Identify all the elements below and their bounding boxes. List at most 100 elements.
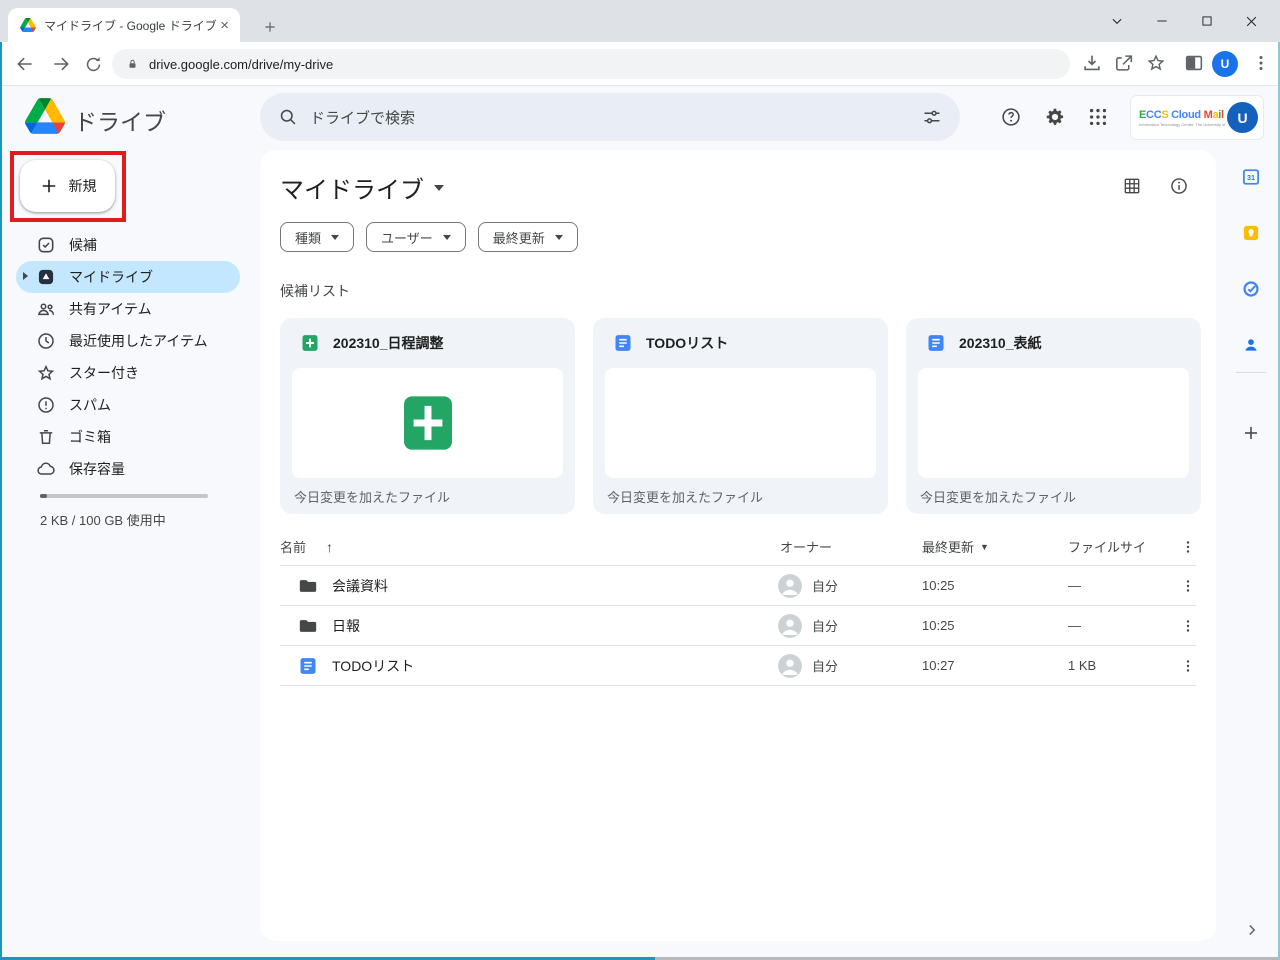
column-header-name[interactable]: 名前: [280, 528, 306, 565]
file-table-header: 名前 ↑ オーナー 最終更新▼ ファイルサイ: [280, 528, 1196, 566]
grid-view-icon[interactable]: [1122, 176, 1144, 198]
suggestion-card[interactable]: TODOリスト 今日変更を加えたファイル: [593, 318, 888, 514]
check-square-icon: [36, 235, 56, 255]
file-name[interactable]: 日報: [332, 606, 360, 645]
sidebar-item-recent[interactable]: 最近使用したアイテム: [16, 325, 240, 357]
sidebar-item-starred[interactable]: スター付き: [16, 357, 240, 389]
keep-icon[interactable]: [1242, 224, 1260, 242]
tab-close-icon[interactable]: ×: [217, 18, 232, 33]
drive-logo: [25, 98, 65, 134]
sidebar-item-label: 最近使用したアイテム: [69, 331, 208, 351]
modified-time: 10:27: [922, 646, 955, 685]
maximize-button[interactable]: [1184, 5, 1229, 37]
folder-icon: [298, 606, 318, 645]
table-row[interactable]: TODOリスト 自分 10:27 1 KB: [280, 646, 1196, 686]
sheets-logo-large: [396, 390, 460, 456]
caret-down-icon: [331, 235, 339, 240]
sidebar-item-storage[interactable]: 保存容量: [16, 453, 240, 485]
storage-usage-text: 2 KB / 100 GB 使用中: [40, 510, 166, 529]
url-text: drive.google.com/drive/my-drive: [149, 57, 333, 72]
sidebar-item-shared[interactable]: 共有アイテム: [16, 293, 240, 325]
storage-progress-bar: [40, 494, 208, 498]
contacts-icon[interactable]: [1242, 336, 1260, 354]
sidebar-item-label: 保存容量: [69, 459, 125, 479]
column-header-size[interactable]: ファイルサイ: [1068, 528, 1146, 565]
row-options-kebab-icon[interactable]: [1176, 566, 1200, 605]
main-content-panel: マイドライブ 種類 ユーザー 最終更新 候補リスト 202310_日程調整 今日…: [260, 150, 1216, 941]
browser-profile-avatar[interactable]: U: [1212, 51, 1238, 77]
browser-tab[interactable]: マイドライブ - Google ドライブ ×: [8, 8, 240, 42]
apps-grid-icon[interactable]: [1086, 105, 1110, 129]
clock-icon: [36, 331, 56, 351]
column-header-modified[interactable]: 最終更新▼: [922, 528, 989, 565]
sidebar-item-my-drive[interactable]: マイドライブ: [16, 261, 240, 293]
tab-title: マイドライブ - Google ドライブ: [44, 17, 217, 34]
calendar-icon[interactable]: 31: [1242, 168, 1260, 186]
drive-favicon-icon: [20, 18, 36, 32]
minimize-button[interactable]: [1139, 5, 1184, 37]
settings-gear-icon[interactable]: [1043, 105, 1067, 129]
sidebar-item-trash[interactable]: ゴミ箱: [16, 421, 240, 453]
filter-chips: 種類 ユーザー 最終更新: [280, 222, 578, 252]
badge-logo-text: ECCS Cloud Mail: [1139, 109, 1225, 121]
add-addon-plus-icon[interactable]: [1242, 424, 1260, 442]
docs-file-icon: [613, 333, 633, 353]
file-name[interactable]: 会議資料: [332, 566, 388, 605]
info-icon[interactable]: [1169, 176, 1191, 198]
caret-down-icon: [443, 235, 451, 240]
expander-triangle-icon[interactable]: [23, 272, 28, 280]
side-strip-divider: [1236, 372, 1266, 373]
row-options-kebab-icon[interactable]: [1176, 646, 1200, 685]
help-icon[interactable]: [999, 105, 1023, 129]
suggestion-card[interactable]: 202310_表紙 今日変更を加えたファイル: [906, 318, 1201, 514]
search-input[interactable]: ドライブで検索: [260, 93, 960, 141]
tasks-icon[interactable]: [1242, 280, 1260, 298]
bookmark-star-icon[interactable]: [1145, 52, 1167, 74]
sidebar-nav: 候補 マイドライブ 共有アイテム 最近使用したアイテム スター付き スパム ゴミ…: [0, 229, 256, 485]
lock-icon: [126, 57, 139, 71]
docs-file-icon: [298, 646, 318, 685]
suggestion-cards: 202310_日程調整 今日変更を加えたファイル TODOリスト 今日変更を加え…: [280, 318, 1201, 514]
side-panel-icon[interactable]: [1183, 52, 1205, 74]
column-header-owner[interactable]: オーナー: [780, 528, 832, 565]
card-file-name: 202310_日程調整: [333, 333, 444, 353]
table-row[interactable]: 日報 自分 10:25 —: [280, 606, 1196, 646]
file-size: —: [1068, 566, 1081, 605]
table-options-kebab-icon[interactable]: [1176, 528, 1200, 565]
sidebar-item-suggested[interactable]: 候補: [16, 229, 240, 261]
download-icon[interactable]: [1081, 52, 1103, 74]
row-options-kebab-icon[interactable]: [1176, 606, 1200, 645]
account-badge[interactable]: ECCS Cloud Mail Information Technology C…: [1131, 96, 1263, 139]
share-icon[interactable]: [1113, 52, 1135, 74]
tab-search-chevron-icon[interactable]: [1094, 5, 1139, 37]
window-titlebar: マイドライブ - Google ドライブ ×: [0, 0, 1280, 42]
card-caption: 今日変更を加えたファイル: [280, 478, 575, 514]
folder-icon: [298, 566, 318, 605]
filter-chip-people[interactable]: ユーザー: [366, 222, 466, 252]
forward-button[interactable]: [48, 51, 74, 77]
sidebar-item-label: スター付き: [69, 363, 139, 383]
new-tab-button[interactable]: [256, 13, 284, 41]
page-title[interactable]: マイドライブ: [280, 170, 444, 205]
app-name: ドライブ: [74, 103, 166, 137]
sidebar-item-spam[interactable]: スパム: [16, 389, 240, 421]
new-button[interactable]: 新規: [20, 160, 115, 212]
search-options-tune-icon[interactable]: [922, 107, 942, 127]
reload-button[interactable]: [80, 51, 106, 77]
close-button[interactable]: [1229, 5, 1274, 37]
browser-menu-kebab-icon[interactable]: [1250, 52, 1272, 74]
filter-chip-type[interactable]: 種類: [280, 222, 354, 252]
sidebar-item-label: 候補: [69, 235, 97, 255]
table-row[interactable]: 会議資料 自分 10:25 —: [280, 566, 1196, 606]
file-name[interactable]: TODOリスト: [332, 646, 414, 685]
back-button[interactable]: [12, 51, 38, 77]
sort-ascending-icon[interactable]: ↑: [326, 528, 333, 565]
hide-side-panel-chevron-icon[interactable]: [1243, 921, 1261, 939]
caret-down-icon: [434, 185, 444, 191]
file-size: 1 KB: [1068, 646, 1096, 685]
filter-chip-modified[interactable]: 最終更新: [478, 222, 578, 252]
suggestion-card[interactable]: 202310_日程調整 今日変更を加えたファイル: [280, 318, 575, 514]
account-avatar[interactable]: U: [1227, 102, 1258, 133]
card-file-name: 202310_表紙: [959, 333, 1042, 353]
address-bar[interactable]: drive.google.com/drive/my-drive: [112, 49, 1070, 79]
